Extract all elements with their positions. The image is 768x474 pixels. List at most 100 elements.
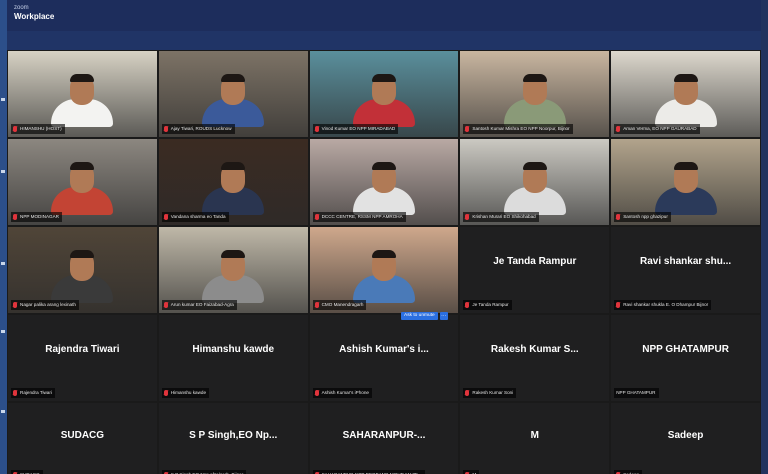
participant-video-tile[interactable]: Santosh Kumar Mishra EO NPP Noorpur, Bij…: [460, 51, 610, 137]
participant-name-tile[interactable]: SAHARANPUR-... SAHARANPUR-NPP DEOBAND-MOH…: [309, 403, 459, 474]
participant-display-name: Ashish Kumar's i...: [339, 344, 429, 356]
participant-hair: [673, 74, 698, 82]
muted-mic-icon: [465, 214, 470, 220]
muted-mic-icon: [314, 126, 319, 132]
muted-mic-icon: [616, 302, 621, 308]
participant-video-tile[interactable]: Vandana sharma eo Tanda: [158, 139, 308, 225]
participant-display-name: Rakesh Kumar S...: [490, 344, 579, 356]
participant-name-text: Rakesh Kumar Soni: [472, 390, 514, 395]
participant-name-label: M: [463, 470, 480, 474]
ask-to-unmute-button[interactable]: Ask to unmute: [401, 312, 438, 320]
participant-name-label: CMO Manendragarh: [312, 300, 367, 310]
participant-video-tile[interactable]: Ajay Tiwari, ROUDS Lucknow: [158, 51, 308, 137]
ask-to-unmute-group: Ask to unmute ···: [401, 312, 448, 320]
participant-video-tile[interactable]: Nagar palika arang lexinath: [8, 227, 157, 313]
muted-mic-icon: [13, 214, 17, 220]
muted-mic-icon: [13, 302, 17, 308]
participant-name-label: Arun kumar EO Faizabad-Agra: [161, 300, 237, 310]
participant-name-tile[interactable]: SUDACG SUDACG: [8, 403, 157, 474]
participant-hair: [522, 74, 547, 82]
participant-name-text: DCCC CENTRE, RSSM NPP AMROHA: [321, 214, 403, 219]
muted-mic-icon: [314, 302, 319, 308]
participant-name-text: NPP GHATAMPUR: [616, 390, 656, 395]
participant-video-tile[interactable]: NPP MODINAGAR: [8, 139, 157, 225]
brand-logo-small: zoom: [14, 5, 29, 11]
participant-video-tile[interactable]: HIMANSHU (HOST): [8, 51, 157, 137]
participant-display-name: M: [530, 430, 539, 442]
participant-name-text: SUDACG: [20, 470, 40, 474]
participant-name-tile[interactable]: Je Tanda Rampur Je Tanda Rampur: [460, 227, 610, 313]
participant-name-label: Vandana sharma eo Tanda: [161, 212, 229, 222]
participant-name-text: Santosh npp ghazipur: [623, 214, 668, 219]
participant-name-text: SAHARANPUR-NPP DEOBAND-MOHD MAZE...: [322, 470, 422, 474]
participant-display-name: SUDACG: [60, 430, 105, 442]
participant-hair: [371, 250, 396, 258]
participant-name-tile[interactable]: NPP GHATAMPUR NPP GHATAMPUR: [611, 315, 760, 401]
muted-mic-icon: [465, 126, 470, 132]
edge-mark: [1, 410, 5, 413]
participant-name-label: SAHARANPUR-NPP DEOBAND-MOHD MAZE...: [312, 470, 425, 474]
participant-name-label: Aman Verma, EO NPP GAURABAD: [614, 124, 700, 134]
participant-video-tile[interactable]: DCCC CENTRE, RSSM NPP AMROHA: [309, 139, 459, 225]
participant-name-label: Santosh Kumar Mishra EO NPP Noorpur, Bij…: [463, 124, 573, 134]
title-bar: zoom Workplace: [7, 0, 761, 31]
muted-mic-icon: [163, 390, 168, 396]
participant-display-name: NPP GHATAMPUR: [642, 344, 729, 356]
participant-name-label: S P Singh,EO Npp afzalgarh, Bijnor: [161, 470, 247, 474]
participant-video-tile[interactable]: Krishan Murari EO Shikohabad: [460, 139, 610, 225]
meeting-toolbar-area: [7, 31, 761, 50]
participant-name-text: Rajendra Tiwari: [20, 390, 52, 395]
participant-name-label: Vinod Kumar EO NPP MIRADABAD: [312, 124, 399, 134]
participant-name-tile[interactable]: S P Singh,EO Np... S P Singh,EO Npp afzal…: [158, 403, 308, 474]
participant-hair: [522, 162, 547, 170]
participant-display-name: SAHARANPUR-...: [342, 430, 426, 442]
participant-hair: [221, 162, 246, 170]
participant-display-name: Sadeep: [667, 430, 704, 442]
participant-name-text: Arun kumar EO Faizabad-Agra: [170, 302, 234, 307]
participant-name-tile[interactable]: Sadeep Sadeep: [611, 403, 760, 474]
left-window-edge: [0, 0, 7, 474]
muted-mic-icon: [465, 302, 470, 308]
participant-video-tile[interactable]: Aman Verma, EO NPP GAURABAD: [611, 51, 760, 137]
muted-mic-icon: [616, 126, 621, 132]
participant-hair: [70, 250, 95, 258]
participant-name-text: Santosh Kumar Mishra EO NPP Noorpur, Bij…: [472, 126, 570, 131]
muted-mic-icon: [13, 126, 17, 132]
participant-name-text: CMO Manendragarh: [321, 302, 364, 307]
participant-display-name: Himanshu kawde: [192, 344, 275, 356]
app-title: Workplace: [14, 12, 55, 21]
participant-name-label: Ajay Tiwari, ROUDS Lucknow: [161, 124, 235, 134]
participant-name-text: Himanshu kawde: [170, 390, 207, 395]
participant-name-text: Je Tanda Rampur: [472, 302, 509, 307]
edge-mark: [1, 170, 5, 173]
edge-mark: [1, 98, 5, 101]
participant-display-name: S P Singh,EO Np...: [189, 430, 278, 442]
participant-name-text: M: [472, 470, 476, 474]
participant-name-label: Rakesh Kumar Soni: [463, 388, 517, 398]
muted-mic-icon: [163, 214, 168, 220]
participant-display-name: Ravi shankar shu...: [640, 256, 732, 268]
participant-hair: [221, 74, 246, 82]
participant-name-tile[interactable]: Himanshu kawde Himanshu kawde: [158, 315, 308, 401]
muted-mic-icon: [616, 214, 621, 220]
participant-video-tile[interactable]: Arun kumar EO Faizabad-Agra: [158, 227, 308, 313]
participant-video-tile[interactable]: Santosh npp ghazipur: [611, 139, 760, 225]
muted-mic-icon: [13, 390, 17, 396]
participant-name-label: Sadeep: [614, 470, 643, 474]
participant-name-text: Ravi shankar shukla E. O Dhampur Bijnor: [623, 302, 709, 307]
participant-name-tile[interactable]: MM: [460, 403, 610, 474]
muted-mic-icon: [314, 214, 319, 220]
participant-name-tile[interactable]: Ravi shankar shu... Ravi shankar shukla E…: [611, 227, 760, 313]
participant-name-tile[interactable]: Rajendra Tiwari Rajendra Tiwari: [8, 315, 157, 401]
more-options-button[interactable]: ···: [439, 312, 448, 320]
participant-name-text: Nagar palika arang lexinath: [20, 302, 76, 307]
participant-name-label: Himanshu kawde: [161, 388, 210, 398]
participant-hair: [70, 74, 95, 82]
participant-name-tile[interactable]: Rakesh Kumar S... Rakesh Kumar Soni: [460, 315, 610, 401]
participant-name-text: Ajay Tiwari, ROUDS Lucknow: [170, 126, 232, 131]
participant-name-text: Vandana sharma eo Tanda: [170, 214, 226, 219]
participant-video-tile[interactable]: Vinod Kumar EO NPP MIRADABAD: [309, 51, 459, 137]
participant-video-tile[interactable]: CMO Manendragarh: [309, 227, 459, 313]
participant-name-tile[interactable]: Ashish Kumar's i... Ashish Kumar's iPhone: [309, 315, 459, 401]
participant-name-label: NPP MODINAGAR: [11, 212, 62, 222]
